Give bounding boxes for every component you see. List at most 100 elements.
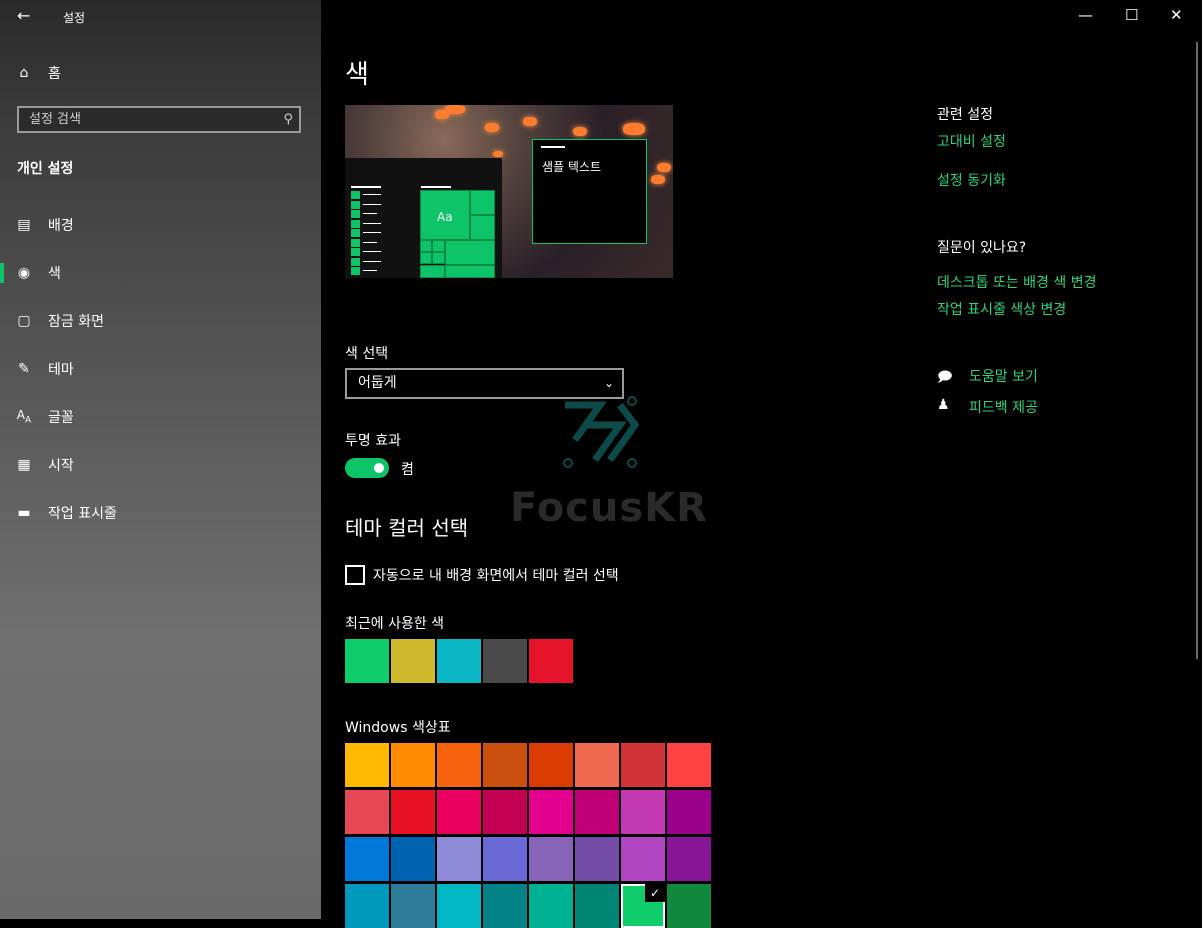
palette-icon: ◉ [17,265,31,281]
palette-color-swatch[interactable] [483,743,527,787]
back-arrow-icon[interactable]: ← [17,6,30,25]
search-icon[interactable]: ⚲ [283,108,293,131]
palette-color-swatch[interactable] [667,790,711,834]
recent-color-swatch[interactable] [483,639,527,683]
nav-item-background[interactable]: ▤ 배경 [0,207,321,243]
palette-color-swatch[interactable] [391,837,435,881]
close-icon[interactable]: ✕ [1170,6,1183,24]
palette-color-swatch[interactable] [621,790,665,834]
nav-item-label: 테마 [48,362,74,378]
nav-item-taskbar[interactable]: ▬ 작업 표시줄 [0,495,321,531]
taskbar-icon: ▬ [17,505,31,521]
palette-color-swatch[interactable] [437,743,481,787]
nav-item-colors[interactable]: ◉ 색 [0,255,321,291]
palette-color-swatch[interactable] [667,884,711,928]
preview-list-tile [351,248,360,256]
palette-color-swatch[interactable] [345,837,389,881]
link-sync-settings[interactable]: 설정 동기화 [937,170,1006,190]
image-icon: ▤ [17,217,31,233]
palette-color-swatch[interactable] [437,884,481,928]
section-heading: 개인 설정 [17,161,74,177]
mode-value: 어둡게 [358,375,397,391]
auto-accent-label: 자동으로 내 배경 화면에서 테마 컬러 선택 [373,568,619,584]
nav-item-label: 배경 [48,218,74,234]
link-give-feedback[interactable]: 피드백 제공 [969,397,1038,417]
search-input[interactable]: 설정 검색 ⚲ [17,106,301,133]
preview-list-line [363,260,381,262]
recent-color-swatch[interactable] [391,639,435,683]
palette-color-swatch[interactable] [575,837,619,881]
palette-color-swatch[interactable] [483,790,527,834]
nav-item-lock-screen[interactable]: ▢ 잠금 화면 [0,303,321,339]
palette-color-swatch[interactable] [621,837,665,881]
transparency-toggle[interactable] [345,458,389,478]
palette-color-swatch[interactable] [391,790,435,834]
palette-color-swatch[interactable] [575,790,619,834]
palette-color-swatch[interactable] [391,884,435,928]
maximize-icon[interactable]: ☐ [1125,6,1138,24]
preview-list-line [363,194,381,195]
palette-color-swatch[interactable] [575,743,619,787]
palette-color-swatch[interactable] [437,837,481,881]
link-change-taskbar-color[interactable]: 작업 표시줄 색상 변경 [937,299,1066,319]
minimize-icon[interactable]: — [1078,6,1093,24]
preview-list-tile [351,238,360,247]
preview-list-tile [351,191,360,199]
recent-color-swatch[interactable] [529,639,573,683]
preview-tile-large: Aa [420,190,470,240]
preview-tile-text: Aa [437,210,453,224]
accent-title: 테마 컬러 선택 [345,516,469,540]
palette-color-swatch[interactable] [667,837,711,881]
transparency-label: 투명 효과 [345,433,401,449]
auto-accent-checkbox[interactable] [345,565,365,585]
scrollbar[interactable] [1196,42,1198,659]
recent-color-swatch[interactable] [437,639,481,683]
nav-item-start[interactable]: ▦ 시작 [0,447,321,483]
nav-item-fonts[interactable]: AA 글꼴 [0,399,321,435]
lock-screen-icon: ▢ [17,313,31,329]
preview-list-line [363,241,377,243]
theme-icon: ✎ [18,361,30,377]
link-high-contrast[interactable]: 고대비 설정 [937,131,1006,151]
palette-color-swatch[interactable] [345,884,389,928]
preview-list-tile [351,267,360,275]
nav-item-themes[interactable]: ✎ 테마 [0,351,321,387]
preview-list-line [363,270,377,271]
palette-color-swatch[interactable] [483,837,527,881]
palette-color-swatch[interactable] [667,743,711,787]
font-icon: AA [16,408,32,426]
palette-color-swatch[interactable] [437,790,481,834]
link-get-help[interactable]: 도움말 보기 [969,366,1038,386]
start-icon: ▦ [17,457,31,473]
nav-item-label: 시작 [48,458,74,474]
palette-color-swatch[interactable] [345,743,389,787]
nav-home[interactable]: ⌂ 홈 [0,55,321,91]
question-title: 질문이 있나요? [937,240,1027,256]
palette-color-swatch[interactable] [391,743,435,787]
palette-color-swatch[interactable] [529,743,573,787]
preview-list-tile [351,219,360,228]
nav-home-label: 홈 [48,66,61,82]
preview-list-tile [351,257,360,266]
preview-list-tile [351,229,360,237]
palette-color-swatch[interactable] [529,884,573,928]
preview-sample-text: 샘플 텍스트 [542,160,602,174]
transparency-state: 켬 [401,462,414,478]
search-placeholder: 설정 검색 [29,112,81,127]
palette-color-swatch[interactable] [483,884,527,928]
home-icon: ⌂ [19,65,29,81]
palette-color-swatch[interactable] [529,837,573,881]
palette-color-swatch[interactable] [345,790,389,834]
palette-color-swatch[interactable]: ✓ [621,884,665,928]
link-change-desktop-color[interactable]: 데스크톱 또는 배경 색 변경 [937,272,1096,292]
sidebar: ← 설정 ⌂ 홈 설정 검색 ⚲ 개인 설정 ▤ 배경 ◉ 색 ▢ 잠금 화면 … [0,0,321,919]
recent-color-swatch[interactable] [345,639,389,683]
nav-item-label: 색 [48,266,61,282]
palette-color-swatch[interactable] [529,790,573,834]
nav-item-label: 작업 표시줄 [48,506,117,522]
preview-list-tile [351,210,360,218]
palette-color-swatch[interactable] [575,884,619,928]
chevron-down-icon: ⌄ [603,376,614,390]
palette-color-swatch[interactable] [621,743,665,787]
preview-list-line [363,213,377,214]
